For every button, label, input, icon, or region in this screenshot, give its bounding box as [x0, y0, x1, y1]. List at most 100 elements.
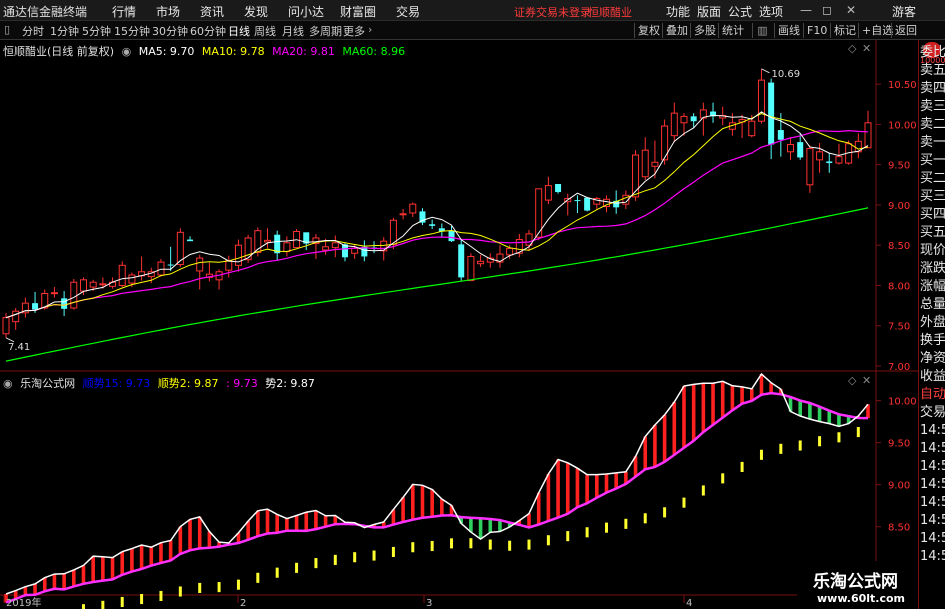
date-label: 2019年 — [6, 596, 41, 609]
slow-trend-line — [5, 391, 869, 604]
period-1min[interactable]: 1分钟 — [50, 23, 79, 39]
candle-body — [797, 142, 804, 158]
side-label: 买四 — [920, 207, 945, 222]
f10-button[interactable]: F10 — [803, 23, 830, 38]
candle-body — [467, 255, 475, 282]
side-label: 卖四 — [920, 81, 945, 96]
overlay-button[interactable]: 叠加 — [662, 23, 691, 38]
diamond-icon: ◇ — [848, 42, 857, 55]
chevron-right-icon[interactable]: › — [368, 23, 372, 36]
candle-body — [399, 213, 407, 216]
menu-wealth[interactable]: 财富圈 — [340, 3, 376, 20]
candle-body — [429, 224, 436, 226]
period-60min[interactable]: 60分钟 — [190, 23, 226, 39]
candle-body — [835, 156, 843, 164]
candle-body — [816, 151, 824, 161]
candle-body — [50, 292, 58, 295]
period-multi[interactable]: 多周期 — [309, 23, 342, 39]
candle-body — [806, 148, 814, 186]
sub-chart-legend: ◉ 乐淘公式网 顺势15: 9.73 顺势2: 9.87 : 9.73 势2: … — [3, 375, 319, 390]
side-label: 现价 — [920, 243, 945, 258]
period-more[interactable]: 更多 — [343, 23, 365, 39]
candle-body — [264, 239, 272, 243]
low-label: 7.41 — [8, 342, 30, 353]
side-label[interactable]: 自动 — [920, 386, 945, 404]
candle-body — [389, 219, 397, 245]
side-label: 14:56 — [920, 459, 945, 474]
candle-body — [196, 257, 204, 272]
login-notice: 证券交易未登录 — [514, 6, 591, 19]
ma60-line — [5, 207, 869, 362]
side-label: 14:56 — [920, 477, 945, 492]
menu-news[interactable]: 资讯 — [200, 3, 224, 20]
menu-function[interactable]: 功能 — [666, 3, 690, 20]
price-tick-label: 10.50 — [888, 80, 917, 91]
settings-icon[interactable]: ◉ — [3, 377, 13, 390]
price-tick-label: 9.00 — [888, 201, 910, 212]
close-icon[interactable]: ✕ — [846, 3, 856, 17]
period-toolbar: ▯ 分时 1分钟 5分钟 15分钟 30分钟 60分钟 日线 周线 月线 多周期… — [0, 21, 945, 40]
candle-body — [748, 120, 756, 137]
side-label: 委比 — [920, 45, 945, 60]
side-label: 卖一 — [920, 135, 945, 150]
ma10-legend: MA10: 9.78 — [201, 45, 265, 58]
price-tick-label: 10.00 — [888, 120, 917, 131]
settings-icon[interactable]: ◉ — [122, 45, 132, 58]
candle-body — [690, 116, 697, 122]
kline-chart[interactable]: 10.50 10.00 9.50 9.00 8.50 8.00 7.50 7.00 10.00 9… — [0, 40, 918, 609]
menu-formula[interactable]: 公式 — [728, 3, 752, 20]
collapse-icon[interactable]: ▯ — [4, 23, 10, 36]
sub-tick-label: 9.50 — [888, 439, 910, 450]
period-tick[interactable]: 分时 — [22, 23, 44, 39]
app-title: 通达信金融终端 — [3, 5, 88, 19]
diamond-icon: ◇ — [848, 374, 857, 387]
layout-icon[interactable]: ▥ — [752, 23, 772, 38]
date-label: 3 — [426, 598, 432, 609]
mark-button[interactable]: 标记 — [830, 23, 859, 38]
indicator-value-2: 顺势2: 9.87 — [157, 377, 219, 390]
period-30min[interactable]: 30分钟 — [152, 23, 188, 39]
high-pointer — [761, 68, 770, 74]
minimize-icon[interactable]: — — [800, 3, 812, 17]
candle-body — [651, 161, 659, 167]
candle-body — [322, 246, 330, 251]
menu-market[interactable]: 市场 — [156, 3, 180, 20]
fq-button[interactable]: 复权 — [634, 23, 663, 38]
candle-body — [477, 260, 485, 265]
side-label: 14:56 — [920, 423, 945, 438]
candle-body — [61, 298, 68, 309]
period-daily[interactable]: 日线 — [228, 23, 250, 39]
indicator-name: 乐淘公式网 — [20, 377, 76, 390]
guest-label[interactable]: 游客 — [892, 3, 916, 20]
menu-discover[interactable]: 发现 — [244, 3, 268, 20]
menu-options[interactable]: 选项 — [759, 3, 783, 20]
candle-body — [555, 184, 562, 193]
candle-body — [12, 310, 20, 323]
candle-body — [70, 281, 78, 309]
main-chart-legend: 恒顺醋业(日线 前复权) ◉ MA5: 9.70 MA10: 9.78 MA20… — [3, 43, 409, 58]
side-label: 卖二 — [920, 117, 945, 132]
multi-stock-button[interactable]: 多股 — [690, 23, 719, 38]
candle-body — [458, 244, 465, 278]
candle-body — [187, 239, 194, 242]
period-weekly[interactable]: 周线 — [254, 23, 276, 39]
menu-quotes[interactable]: 行情 — [112, 3, 136, 20]
candle-body — [506, 247, 514, 256]
period-5min[interactable]: 5分钟 — [82, 23, 111, 39]
stats-button[interactable]: 统计 — [718, 23, 747, 38]
period-15min[interactable]: 15分钟 — [114, 23, 150, 39]
candle-body — [380, 240, 388, 252]
menu-layout[interactable]: 版面 — [697, 3, 721, 20]
watermark: 乐淘公式网 www.60lt.com — [797, 561, 918, 609]
side-label[interactable]: 交易 — [920, 404, 945, 422]
menu-ask[interactable]: 问小达 — [288, 3, 324, 20]
ma5-legend: MA5: 9.70 — [138, 45, 195, 58]
side-label: 净资 — [920, 351, 945, 366]
period-monthly[interactable]: 月线 — [282, 23, 304, 39]
restore-icon[interactable]: ◻ — [822, 3, 832, 17]
candle-body — [167, 264, 174, 266]
candle-body — [574, 200, 581, 202]
back-button[interactable]: 返回 — [891, 23, 920, 38]
draw-button[interactable]: 画线 — [774, 23, 803, 38]
menu-trade[interactable]: 交易 — [396, 3, 420, 20]
